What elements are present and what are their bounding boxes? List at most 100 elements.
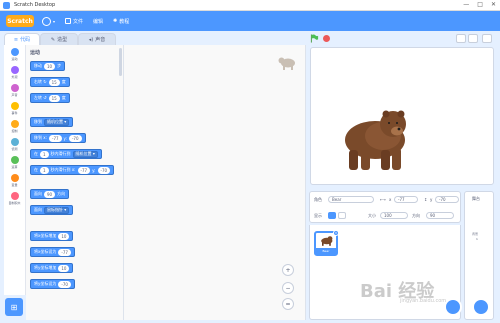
block-number-input[interactable]: -77 bbox=[58, 248, 71, 256]
category-motion[interactable]: 运动 bbox=[4, 45, 25, 63]
block-number-input[interactable]: 15 bbox=[48, 94, 60, 102]
sprite-name-input[interactable]: Bear bbox=[328, 196, 374, 203]
block-text: 移到 bbox=[34, 119, 42, 124]
tab-sounds[interactable]: ◂) 声音 bbox=[78, 33, 116, 45]
zoom-reset-button[interactable]: = bbox=[282, 298, 294, 310]
block-text: 移到 x: bbox=[34, 135, 47, 140]
category-control[interactable]: 控制 bbox=[4, 117, 25, 135]
bear-sprite[interactable] bbox=[331, 108, 411, 174]
sprite-card-bear[interactable]: Bear ✕ bbox=[314, 230, 339, 256]
show-visible-icon[interactable] bbox=[328, 212, 336, 219]
scratch-logo[interactable]: Scratch bbox=[6, 15, 34, 27]
block-number-input[interactable]: 15 bbox=[48, 78, 60, 86]
delete-sprite-icon[interactable]: ✕ bbox=[333, 230, 339, 236]
palette-scrollbar[interactable] bbox=[119, 48, 122, 76]
block-number-input[interactable]: -70 bbox=[68, 134, 82, 142]
language-globe-icon[interactable] bbox=[42, 16, 51, 26]
block-number-input[interactable]: 10 bbox=[58, 264, 70, 272]
size-label: 大小 bbox=[368, 213, 376, 218]
menu-tutorials[interactable]: ✺ 教程 bbox=[113, 18, 129, 25]
add-backdrop-button[interactable] bbox=[472, 298, 490, 316]
block-number-input[interactable]: 10 bbox=[44, 62, 56, 70]
large-stage-button[interactable] bbox=[468, 34, 478, 43]
script-area[interactable]: + − = bbox=[124, 45, 306, 320]
zoom-out-button[interactable]: − bbox=[282, 282, 294, 294]
x-arrows-icon: ⟷ bbox=[380, 197, 386, 202]
block-turn-left[interactable]: 左转 ↺ 15 度 bbox=[30, 93, 70, 103]
category-operators[interactable]: 运算 bbox=[4, 153, 25, 171]
block-dropdown[interactable]: 鼠标指针 ▾ bbox=[44, 206, 70, 214]
block-go-to[interactable]: 移到 随机位置 ▾ bbox=[30, 117, 74, 127]
stop-icon[interactable] bbox=[323, 35, 330, 42]
sprite-name-label: 角色 bbox=[314, 197, 322, 202]
stage-canvas[interactable] bbox=[310, 47, 494, 185]
fullscreen-button[interactable] bbox=[482, 34, 492, 43]
block-dropdown[interactable]: 随机位置 ▾ bbox=[44, 118, 70, 126]
block-change-y[interactable]: 将y坐标增加 10 bbox=[30, 263, 74, 273]
category-looks[interactable]: 外观 bbox=[4, 63, 25, 81]
y-coordinate-input[interactable]: -70 bbox=[435, 196, 459, 203]
close-button[interactable]: ✕ bbox=[491, 1, 496, 8]
block-text: 左转 ↺ bbox=[34, 95, 47, 100]
category-sensing[interactable]: 侦测 bbox=[4, 135, 25, 153]
block-turn-right[interactable]: 右转 ↻ 15 度 bbox=[30, 77, 70, 87]
add-sprite-button[interactable] bbox=[444, 298, 462, 316]
category-sound[interactable]: 声音 bbox=[4, 81, 25, 99]
block-glide-to[interactable]: 在 1 秒内滑行到 随机位置 ▾ bbox=[30, 149, 102, 159]
block-go-to-xy[interactable]: 移到 x: -77 y: -70 bbox=[30, 133, 86, 143]
direction-input[interactable]: 90 bbox=[426, 212, 454, 219]
block-text: 右转 ↻ bbox=[34, 79, 47, 84]
small-stage-button[interactable] bbox=[456, 34, 466, 43]
block-number-input[interactable]: -70 bbox=[97, 166, 111, 174]
block-text: y: bbox=[63, 135, 67, 141]
block-number-input[interactable]: 10 bbox=[58, 232, 70, 240]
maximize-button[interactable]: □ bbox=[477, 1, 483, 8]
block-number-input[interactable]: -77 bbox=[77, 166, 91, 174]
block-number-input[interactable]: 1 bbox=[40, 166, 49, 174]
block-text: 将x坐标增加 bbox=[34, 233, 57, 238]
category-my-blocks[interactable]: 自制积木 bbox=[4, 189, 25, 207]
editor-tabs: ≡ 代码 ✎ 造型 ◂) 声音 bbox=[0, 31, 300, 45]
tab-code[interactable]: ≡ 代码 bbox=[4, 33, 40, 45]
block-point-towards[interactable]: 面向 鼠标指针 ▾ bbox=[30, 205, 74, 215]
category-dot-icon bbox=[10, 83, 19, 92]
green-flag-icon[interactable] bbox=[310, 34, 319, 43]
category-label: 自制积木 bbox=[8, 200, 21, 205]
block-palette: 运动 移动 10 步 右转 ↻ 15 度 左转 ↺ 15 度 移到 随机位置 ▾… bbox=[26, 45, 124, 320]
menu-file[interactable]: 文件 bbox=[65, 18, 83, 25]
sprite-thumbnail-icon bbox=[278, 57, 295, 70]
block-change-x[interactable]: 将x坐标增加 10 bbox=[30, 231, 74, 241]
block-number-input[interactable]: -77 bbox=[49, 134, 62, 142]
tab-costumes[interactable]: ✎ 造型 bbox=[40, 33, 78, 45]
block-text: 面向 bbox=[34, 207, 42, 212]
stage-header bbox=[306, 31, 500, 47]
block-point-direction[interactable]: 面向 90 方向 bbox=[30, 189, 70, 199]
bear-thumbnail-icon bbox=[321, 236, 333, 246]
menu-edit[interactable]: 编辑 bbox=[93, 18, 103, 25]
category-label: 事件 bbox=[11, 110, 18, 115]
block-glide-to-xy[interactable]: 在 1 秒内滑行到 x: -77 y: -70 bbox=[30, 165, 115, 175]
add-extension-button[interactable]: ⊞ bbox=[5, 298, 23, 316]
block-number-input[interactable]: 90 bbox=[44, 190, 56, 198]
category-events[interactable]: 事件 bbox=[4, 99, 25, 117]
category-dot-icon bbox=[10, 173, 19, 182]
window-title: Scratch Desktop bbox=[14, 2, 56, 8]
block-set-y[interactable]: 将y坐标设为 -70 bbox=[30, 279, 75, 289]
show-hidden-icon[interactable] bbox=[338, 212, 346, 219]
size-input[interactable]: 100 bbox=[380, 212, 408, 219]
zoom-in-button[interactable]: + bbox=[282, 264, 294, 276]
category-dot-icon bbox=[10, 155, 19, 164]
block-number-input[interactable]: -70 bbox=[58, 280, 71, 288]
backdrops-label: 背景 bbox=[472, 232, 479, 236]
x-coordinate-input[interactable]: -77 bbox=[394, 196, 418, 203]
block-set-x[interactable]: 将x坐标设为 -77 bbox=[30, 247, 75, 257]
block-number-input[interactable]: 1 bbox=[40, 150, 49, 158]
block-text: 秒内滑行到 x: bbox=[50, 167, 76, 172]
block-dropdown[interactable]: 随机位置 ▾ bbox=[72, 150, 98, 158]
tab-sounds-label: 声音 bbox=[95, 37, 106, 43]
chevron-down-icon[interactable]: ▾ bbox=[53, 19, 55, 24]
minimize-button[interactable]: — bbox=[463, 1, 469, 8]
app-icon bbox=[3, 1, 10, 9]
category-variables[interactable]: 变量 bbox=[4, 171, 25, 189]
block-move-steps[interactable]: 移动 10 步 bbox=[30, 61, 66, 71]
